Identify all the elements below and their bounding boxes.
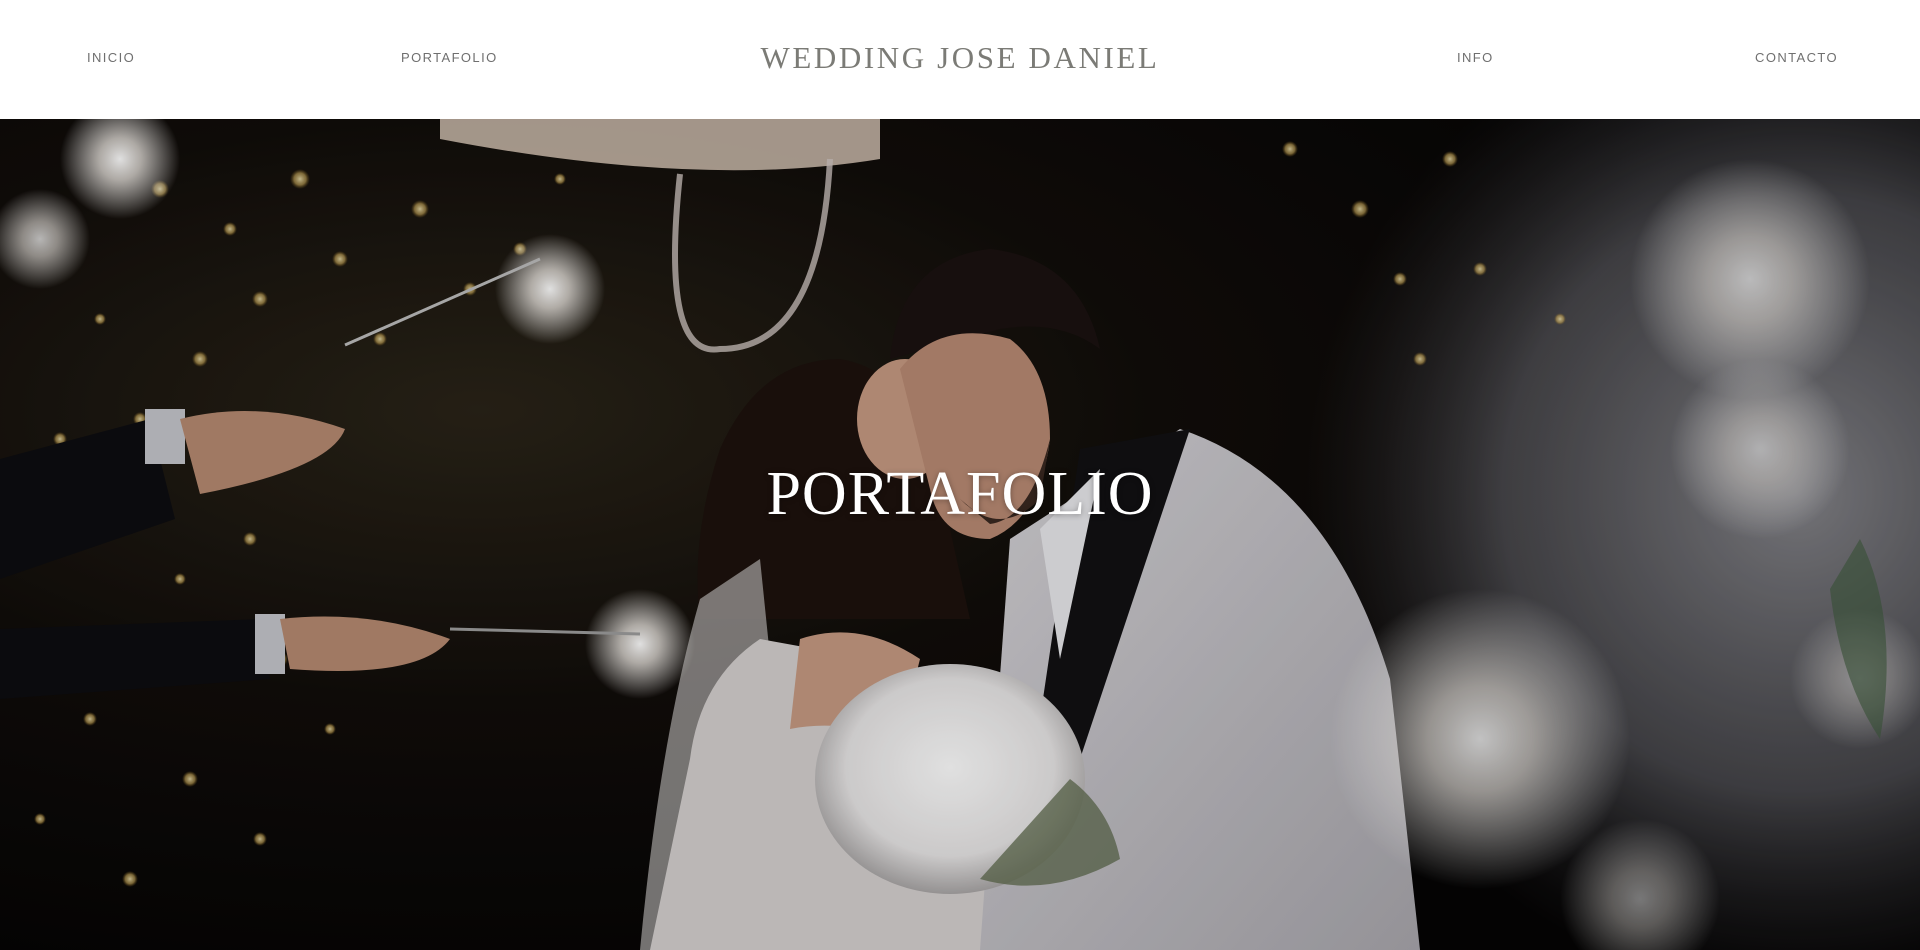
- hero-heading: PORTAFOLIO: [766, 460, 1154, 528]
- nav-link-contacto[interactable]: CONTACTO: [1755, 50, 1838, 65]
- hero-section: PORTAFOLIO: [0, 119, 1920, 950]
- nav-link-portafolio[interactable]: PORTAFOLIO: [401, 50, 498, 65]
- nav-link-info[interactable]: INFO: [1457, 50, 1494, 65]
- site-title-logo: WEDDING JOSE DANIEL: [0, 40, 1920, 76]
- nav-link-inicio[interactable]: INICIO: [87, 50, 135, 65]
- site-header: INICIO PORTAFOLIO WEDDING JOSE DANIEL IN…: [0, 0, 1920, 119]
- site-title-link[interactable]: WEDDING JOSE DANIEL: [761, 40, 1160, 75]
- hero-overlay: [0, 119, 1920, 950]
